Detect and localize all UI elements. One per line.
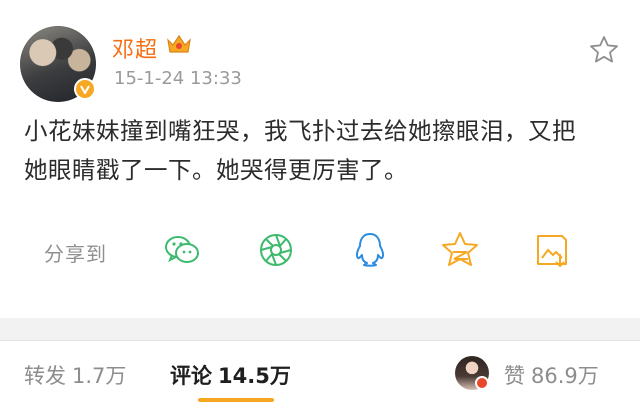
wechat-icon[interactable]: [162, 230, 202, 270]
crown-icon: [167, 34, 191, 53]
engagement-bar: 转发 1.7万 评论 14.5万 赞 86.9万: [0, 350, 640, 415]
moments-icon[interactable]: [256, 230, 296, 270]
like-tab[interactable]: 赞 86.9万: [504, 360, 605, 390]
share-bar: 分享到: [20, 228, 620, 272]
divider-line: [0, 340, 640, 341]
post-text-line: 她眼睛戳了一下。她哭得更厉害了。: [24, 156, 408, 184]
qzone-icon[interactable]: [440, 230, 480, 270]
active-tab-indicator: [198, 398, 274, 402]
author-name[interactable]: 邓超: [112, 32, 158, 64]
post-content: 小花妹妹撞到嘴狂哭，我飞扑过去给她擦眼泪，又把 她眼睛戳了一下。她哭得更厉害了。: [24, 112, 624, 190]
share-label: 分享到: [44, 242, 107, 266]
repost-count: 1.7万: [72, 364, 127, 388]
post-text-line: 小花妹妹撞到嘴狂哭，我飞扑过去给她擦眼泪，又把: [24, 117, 576, 145]
liker-badge-icon: [475, 376, 489, 390]
post-timestamp: 15-1-24 13:33: [114, 68, 242, 89]
favorite-star-button[interactable]: [588, 34, 620, 66]
comment-label: 评论: [170, 364, 212, 388]
save-image-icon[interactable]: [532, 230, 572, 270]
verified-badge-icon: [74, 78, 96, 100]
comment-count: 14.5万: [218, 364, 291, 388]
section-divider: [0, 318, 640, 340]
repost-label: 转发: [24, 364, 66, 388]
like-label: 赞: [504, 364, 525, 388]
repost-tab[interactable]: 转发 1.7万: [24, 360, 132, 390]
comment-tab[interactable]: 评论 14.5万: [170, 360, 297, 390]
qq-icon[interactable]: [350, 230, 390, 270]
like-count: 86.9万: [531, 364, 599, 388]
post-header: 邓超 15-1-24 13:33: [20, 24, 620, 102]
